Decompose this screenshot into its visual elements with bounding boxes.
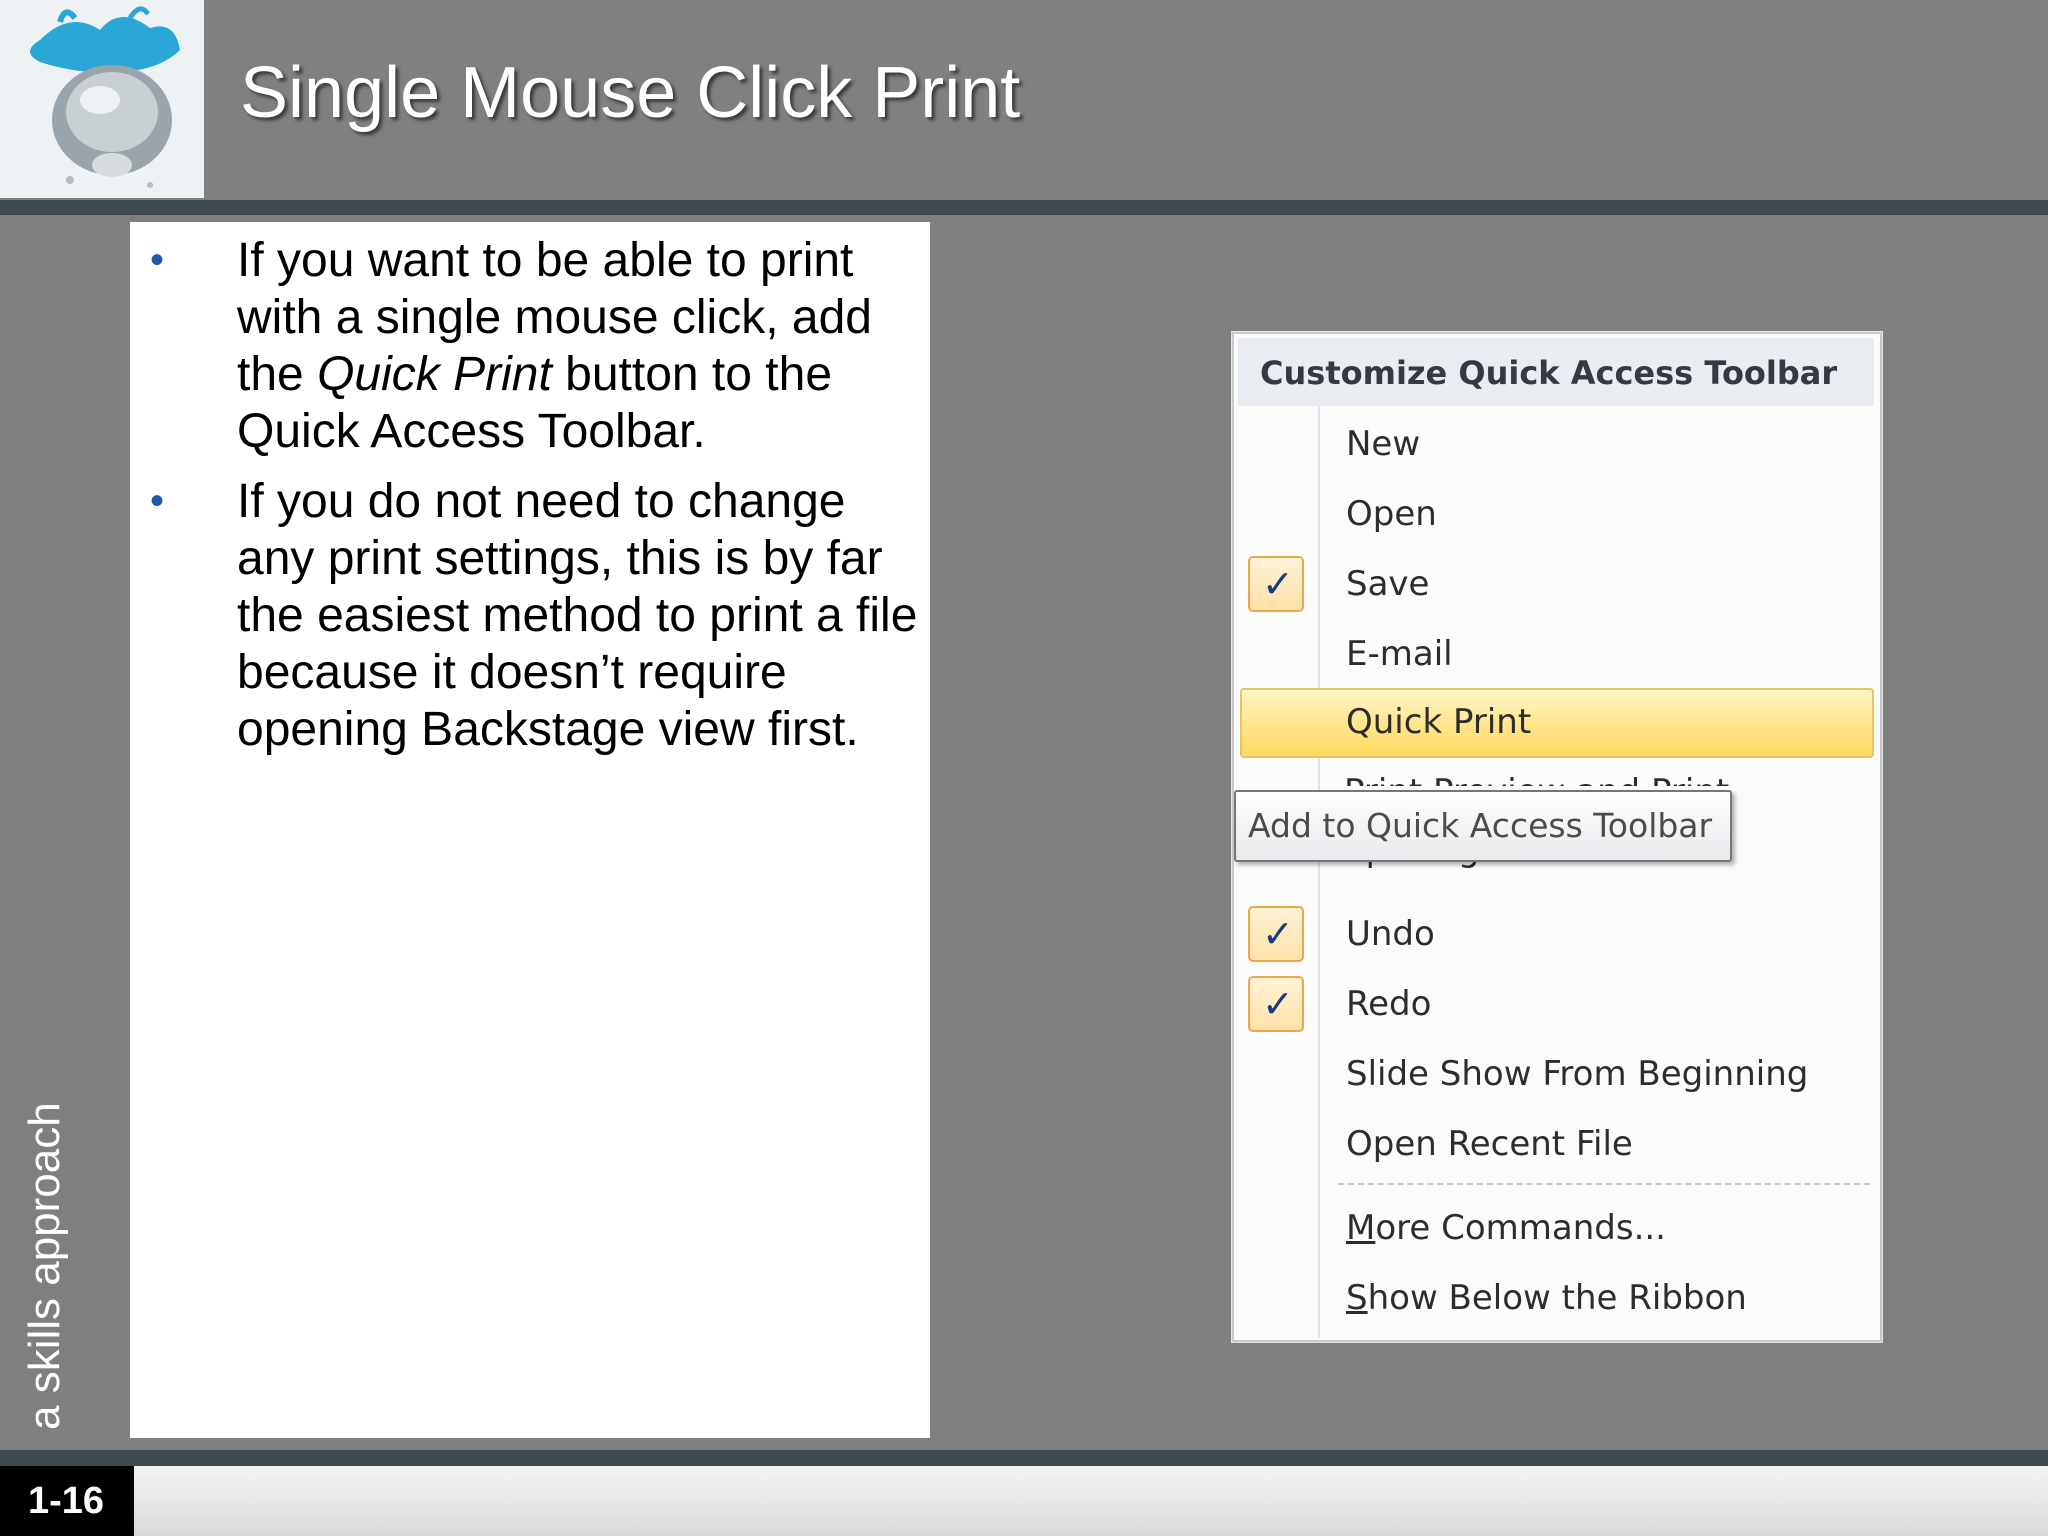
menu-item-label: Undo	[1346, 914, 1435, 954]
menu-item-new[interactable]: New	[1238, 410, 1874, 474]
tooltip-text: Add to Quick Access Toolbar	[1248, 806, 1713, 845]
menu-item-label: More Commands...	[1346, 1208, 1666, 1248]
menu-item-label: Slide Show From Beginning	[1346, 1054, 1809, 1094]
tooltip: Add to Quick Access Toolbar	[1234, 790, 1732, 862]
menu-item-show-below-ribbon[interactable]: Show Below the Ribbon	[1238, 1264, 1874, 1328]
check-icon	[1248, 906, 1304, 962]
menu-item-label: Save	[1346, 564, 1430, 604]
header-divider	[0, 200, 2048, 215]
bullet-text: If you do not need to change any print s…	[237, 475, 918, 756]
menu-item-label: Redo	[1346, 984, 1432, 1024]
menu-header: Customize Quick Access Toolbar	[1238, 338, 1874, 406]
menu-item-print-preview[interactable]: Print Preview and Print	[1344, 772, 1729, 786]
menu-item-email[interactable]: E-mail	[1238, 620, 1874, 684]
slide-title: Single Mouse Click Print	[240, 53, 1021, 133]
footer-divider	[0, 1450, 2048, 1466]
menu-item-more-commands[interactable]: More Commands...	[1238, 1194, 1874, 1258]
bullet-item: If you want to be able to print with a s…	[150, 232, 920, 460]
menu-item-open[interactable]: Open	[1238, 480, 1874, 544]
check-icon	[1248, 976, 1304, 1032]
slide-footer	[0, 1466, 2048, 1536]
water-splash-logo	[0, 0, 204, 198]
slide-number-box: 1-16	[0, 1466, 134, 1536]
menu-separator	[1338, 1183, 1870, 1185]
menu-item-label: Open Recent File	[1346, 1124, 1633, 1164]
bullet-list: If you want to be able to print with a s…	[150, 232, 920, 771]
content-panel: If you want to be able to print with a s…	[130, 222, 930, 1438]
menu-item-undo[interactable]: Undo	[1238, 900, 1874, 964]
menu-item-slide-show[interactable]: Slide Show From Beginning	[1238, 1040, 1874, 1104]
bullet-icon	[150, 473, 164, 530]
menu-item-label: Quick Print	[1346, 702, 1532, 742]
menu-item-open-recent[interactable]: Open Recent File	[1238, 1110, 1874, 1174]
slide-number: 1-16	[28, 1480, 105, 1522]
menu-item-redo[interactable]: Redo	[1238, 970, 1874, 1034]
slide-header: Single Mouse Click Print	[0, 0, 2048, 200]
menu-item-label: Print Preview and Print	[1344, 772, 1729, 786]
menu-item-label: New	[1346, 424, 1421, 464]
side-tagline: a skills approach	[20, 1102, 69, 1430]
menu-item-save[interactable]: Save	[1238, 550, 1874, 614]
menu-item-quick-print[interactable]: Quick Print	[1240, 688, 1874, 758]
menu-item-label: Open	[1346, 494, 1437, 534]
bullet-icon	[150, 232, 164, 289]
bullet-text-emphasis: Quick Print	[317, 348, 552, 401]
menu-item-label: Show Below the Ribbon	[1346, 1278, 1747, 1318]
menu-item-label: E-mail	[1346, 634, 1453, 674]
check-icon	[1248, 556, 1304, 612]
menu-header-label: Customize Quick Access Toolbar	[1260, 354, 1838, 392]
bullet-item: If you do not need to change any print s…	[150, 473, 920, 758]
